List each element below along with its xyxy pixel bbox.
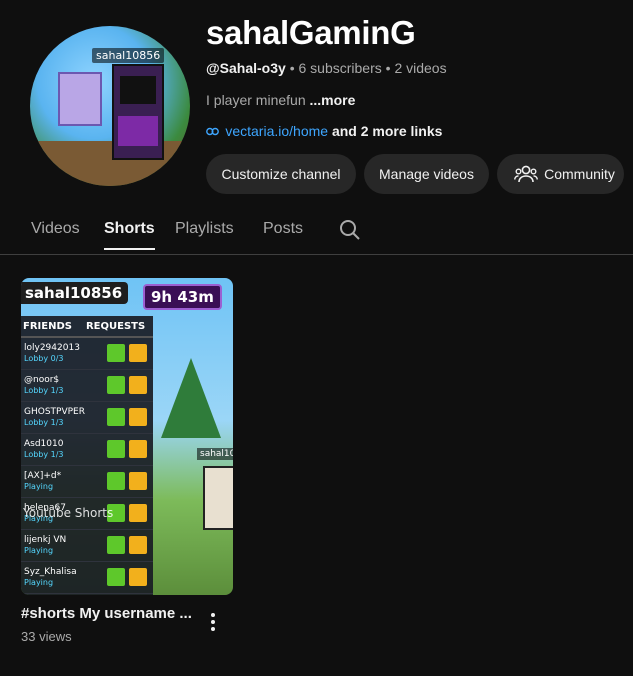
thumbnail-player xyxy=(203,466,233,530)
friend-name: Syz_Khalisa xyxy=(24,567,77,577)
join-icon xyxy=(129,440,147,458)
join-icon xyxy=(129,344,147,362)
tab-shorts[interactable]: Shorts xyxy=(104,220,155,250)
short-thumbnail[interactable]: FRIENDS REQUESTS loly2942013 Lobby 0/3 @n… xyxy=(21,278,233,595)
panel-header: FRIENDS REQUESTS xyxy=(21,316,153,338)
channel-links: vectaria.io/home and 2 more links xyxy=(206,123,442,139)
friend-name: @noor$ xyxy=(24,375,60,385)
friend-status: Lobby 1/3 xyxy=(24,386,64,395)
friend-row: GHOSTPVPER Lobby 1/3 xyxy=(21,402,153,434)
channel-tabs: Videos Shorts Playlists Posts xyxy=(0,210,633,255)
tab-posts[interactable]: Posts xyxy=(263,220,303,248)
thumbnail-watermark: Youtube Shorts xyxy=(23,506,114,520)
channel-description[interactable]: I player minefun ...more xyxy=(206,92,355,108)
more-options-icon[interactable] xyxy=(205,610,221,634)
friend-row: @noor$ Lobby 1/3 xyxy=(21,370,153,402)
manage-videos-button[interactable]: Manage videos xyxy=(364,154,489,194)
kebab-dot xyxy=(211,620,215,624)
video-count: 2 videos xyxy=(394,60,447,76)
friend-status: Playing xyxy=(24,546,54,555)
search-icon[interactable] xyxy=(338,218,362,247)
tab-playlists[interactable]: Playlists xyxy=(175,220,234,248)
join-icon xyxy=(129,408,147,426)
avatar-figure-left xyxy=(58,72,102,126)
community-button-label: Community xyxy=(544,166,615,182)
short-title[interactable]: #shorts My username ... xyxy=(21,605,196,622)
thumbnail-tree xyxy=(161,358,221,438)
friend-name: GHOSTPVPER xyxy=(24,407,85,417)
meta-separator: • xyxy=(289,60,295,76)
channel-avatar[interactable]: sahal10856 xyxy=(30,26,190,186)
friend-row: [AX]+d* Playing xyxy=(21,466,153,498)
friend-name: [AX]+d* xyxy=(24,471,62,481)
friend-row: loly2942013 Lobby 0/3 xyxy=(21,338,153,370)
invite-icon xyxy=(107,344,125,362)
channel-link[interactable]: vectaria.io/home xyxy=(225,123,328,139)
invite-icon xyxy=(107,376,125,394)
friend-row: Syz_Khalisa Playing xyxy=(21,562,153,594)
panel-header-friends: FRIENDS xyxy=(23,320,72,332)
invite-icon xyxy=(107,536,125,554)
short-views: 33 views xyxy=(21,629,72,644)
friend-status: Playing xyxy=(24,482,54,491)
kebab-dot xyxy=(211,613,215,617)
meta-separator: • xyxy=(385,60,391,76)
panel-header-requests: REQUESTS xyxy=(85,320,146,332)
join-icon xyxy=(129,536,147,554)
friend-status: Lobby 1/3 xyxy=(24,418,64,427)
customize-channel-button[interactable]: Customize channel xyxy=(206,154,356,194)
description-more-link[interactable]: ...more xyxy=(310,92,356,108)
join-icon xyxy=(129,504,147,522)
channel-meta: @Sahal-o3y • 6 subscribers • 2 videos xyxy=(206,60,447,76)
invite-icon xyxy=(107,440,125,458)
friend-status: Playing xyxy=(24,578,54,587)
avatar-name-tag: sahal10856 xyxy=(92,48,165,63)
link-icon xyxy=(206,125,222,139)
friend-status: Lobby 0/3 xyxy=(24,354,64,363)
community-button[interactable]: Community xyxy=(497,154,624,194)
avatar-ground xyxy=(30,141,190,186)
friend-status: Lobby 1/3 xyxy=(24,450,64,459)
avatar-figure-main xyxy=(112,64,164,160)
kebab-dot xyxy=(211,627,215,631)
friend-name: Asd1010 xyxy=(24,439,64,449)
thumbnail-time-tag: 9h 43m xyxy=(143,284,222,310)
friend-name: loly2942013 xyxy=(24,343,80,353)
description-text: I player minefun xyxy=(206,92,306,108)
subscriber-count: 6 subscribers xyxy=(298,60,382,76)
invite-icon xyxy=(107,472,125,490)
join-icon xyxy=(129,472,147,490)
invite-icon xyxy=(107,408,125,426)
channel-handle: @Sahal-o3y xyxy=(206,60,286,76)
friend-row: Asd1010 Lobby 1/3 xyxy=(21,434,153,466)
channel-page: sahal10856 sahalGaminG @Sahal-o3y • 6 su… xyxy=(0,0,633,676)
tab-videos[interactable]: Videos xyxy=(31,220,80,248)
channel-name: sahalGaminG xyxy=(206,14,416,51)
people-icon xyxy=(514,165,538,183)
join-icon xyxy=(129,568,147,586)
thumbnail-friends-panel: FRIENDS REQUESTS loly2942013 Lobby 0/3 @n… xyxy=(21,316,153,595)
thumbnail-player-tag: sahal10 xyxy=(197,448,233,460)
friend-row: lijenkj VN Playing xyxy=(21,530,153,562)
thumbnail-name-tag: sahal10856 xyxy=(21,282,129,304)
friend-name: lijenkj VN xyxy=(24,535,67,545)
more-links[interactable]: and 2 more links xyxy=(332,123,442,139)
join-icon xyxy=(129,376,147,394)
invite-icon xyxy=(107,568,125,586)
